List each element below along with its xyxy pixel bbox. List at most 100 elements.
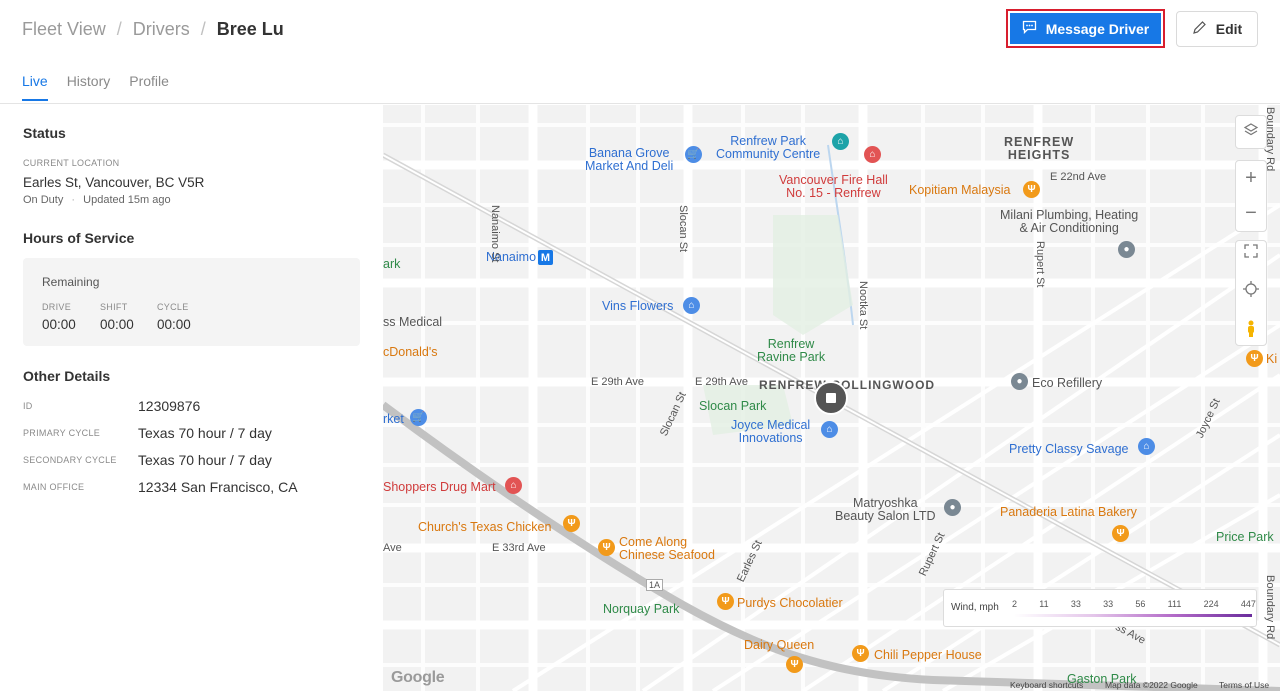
poi-vins-flowers[interactable]: Vins Flowers (602, 300, 673, 313)
shopping-cart-icon[interactable]: 🛒 (410, 409, 427, 426)
shopping-bag-icon[interactable]: ⌂ (683, 297, 700, 314)
keyboard-shortcuts-link[interactable]: Keyboard shortcuts (1010, 680, 1083, 690)
poi-milani-plumbing[interactable]: Milani Plumbing, Heating & Air Conditioni… (1000, 209, 1138, 235)
street-nootka-st: Nootka St (857, 281, 869, 330)
zoom-control: + − (1235, 160, 1267, 232)
status-heading: Status (23, 125, 66, 141)
legend-value: 33 (1103, 599, 1114, 609)
edit-label: Edit (1215, 21, 1243, 37)
legend-values: 2 11 33 33 56 111 224 447 (1012, 599, 1256, 609)
metro-icon[interactable]: M (538, 250, 553, 265)
driver-details-panel: Status CURRENT LOCATION Earles St, Vanco… (0, 105, 383, 691)
restaurant-icon[interactable]: Ψ (852, 645, 869, 662)
layers-button[interactable] (1235, 115, 1267, 149)
cycle-label: CYCLE (157, 302, 189, 312)
place-pin-icon[interactable]: ● (944, 499, 961, 516)
legend-title: Wind, mph (951, 602, 999, 613)
secondary-cycle-value: Texas 70 hour / 7 day (138, 452, 272, 468)
id-label: ID (23, 401, 33, 411)
restaurant-icon[interactable]: Ψ (1112, 525, 1129, 542)
poi-mcdonalds-partial[interactable]: cDonald's (383, 346, 438, 359)
poi-eco-refillery[interactable]: Eco Refillery (1032, 377, 1102, 390)
street-boundary-rd-south: Boundary Rd (1264, 575, 1276, 640)
fullscreen-icon[interactable] (1244, 243, 1258, 263)
poi-joyce-medical[interactable]: Joyce Medical Innovations (731, 419, 810, 445)
vehicle-location-marker[interactable] (814, 381, 848, 415)
shopping-cart-icon[interactable]: 🛒 (685, 146, 702, 163)
place-pin-icon[interactable]: ● (1118, 241, 1135, 258)
poi-pretty-classy-savage[interactable]: Pretty Classy Savage (1009, 443, 1129, 456)
drive-value: 00:00 (42, 317, 76, 332)
map-tools (1235, 240, 1267, 346)
tab-profile[interactable]: Profile (129, 73, 169, 101)
shopping-bag-icon[interactable]: ⌂ (1138, 438, 1155, 455)
street-e-33rd-ave: E 33rd Ave (492, 542, 546, 554)
highway-shield-1a: 1A (646, 579, 664, 591)
street-rupert-st: Rupert St (1034, 241, 1046, 288)
legend-value: 56 (1135, 599, 1146, 609)
current-location-label: CURRENT LOCATION (23, 158, 120, 168)
poi-slocan-park[interactable]: Slocan Park (699, 400, 766, 413)
legend-value: 2 (1012, 599, 1018, 609)
poi-dairy-queen[interactable]: Dairy Queen (744, 639, 814, 652)
shopping-bag-icon[interactable]: ⌂ (505, 477, 522, 494)
shift-label: SHIFT (100, 302, 128, 312)
street-view-pegman-icon[interactable] (1245, 320, 1257, 343)
place-pin-icon[interactable]: ● (1011, 373, 1028, 390)
street-nanaimo-st: Nanaimo St (489, 205, 501, 263)
shopping-bag-icon[interactable]: ⌂ (821, 421, 838, 438)
legend-gradient-bar (1014, 614, 1252, 617)
restaurant-icon[interactable]: Ψ (786, 656, 803, 673)
message-driver-button[interactable]: Message Driver (1006, 9, 1165, 48)
poi-chili-pepper-house[interactable]: Chili Pepper House (874, 649, 982, 662)
poi-norquay-park[interactable]: Norquay Park (603, 603, 679, 616)
tab-history[interactable]: History (67, 73, 111, 101)
id-value: 12309876 (138, 398, 201, 414)
poi-matryoshka-salon[interactable]: Matryoshka Beauty Salon LTD (835, 497, 936, 523)
community-centre-icon[interactable]: ⌂ (832, 133, 849, 150)
poi-ki-partial[interactable]: Ki (1266, 353, 1277, 366)
poi-come-along-seafood[interactable]: Come Along Chinese Seafood (619, 536, 715, 562)
poi-medical-partial[interactable]: ss Medical (383, 316, 442, 329)
zoom-in-icon[interactable]: + (1245, 167, 1257, 190)
legend-value: 11 (1039, 599, 1049, 609)
other-details-heading: Other Details (23, 368, 111, 384)
restaurant-icon[interactable]: Ψ (1023, 181, 1040, 198)
poi-market-partial[interactable]: rket (383, 413, 404, 426)
terms-of-use-link[interactable]: Terms of Use (1219, 680, 1269, 690)
hos-card: Remaining DRIVE SHIFT CYCLE 00:00 00:00 … (23, 258, 360, 346)
restaurant-icon[interactable]: Ψ (1246, 350, 1263, 367)
locate-icon[interactable] (1243, 280, 1259, 302)
restaurant-icon[interactable]: Ψ (563, 515, 580, 532)
restaurant-icon[interactable]: Ψ (717, 593, 734, 610)
poi-banana-grove[interactable]: Banana Grove Market And Deli (585, 147, 673, 173)
hos-heading: Hours of Service (23, 230, 135, 246)
poi-fire-hall[interactable]: Vancouver Fire Hall No. 15 - Renfrew (779, 174, 888, 200)
poi-park-partial[interactable]: ark (383, 258, 400, 271)
poi-purdys-chocolatier[interactable]: Purdys Chocolatier (737, 597, 843, 610)
street-e-29th-ave: E 29th Ave (591, 376, 645, 388)
tab-live[interactable]: Live (22, 73, 48, 101)
poi-panaderia-latina[interactable]: Panaderia Latina Bakery (1000, 506, 1137, 519)
legend-value: 447 (1240, 599, 1256, 609)
primary-cycle-label: PRIMARY CYCLE (23, 428, 101, 438)
edit-button[interactable]: Edit (1176, 11, 1258, 47)
status-meta: On Duty · Updated 15m ago (23, 194, 171, 206)
neighbourhood-renfrew-collingwood: RENFREW-COLLINGWOOD (759, 378, 936, 392)
shift-value: 00:00 (100, 317, 134, 332)
breadcrumb-separator: / (200, 19, 206, 39)
poi-renfrew-ravine-park[interactable]: Renfrew Ravine Park (757, 338, 825, 364)
breadcrumb-fleet-view[interactable]: Fleet View (22, 19, 106, 40)
poi-churchs-texas-chicken[interactable]: Church's Texas Chicken (418, 521, 551, 534)
google-logo[interactable]: Google (391, 669, 445, 687)
breadcrumb-drivers[interactable]: Drivers (133, 19, 190, 40)
secondary-cycle-label: SECONDARY CYCLE (23, 455, 117, 465)
poi-price-park[interactable]: Price Park (1216, 531, 1274, 544)
poi-kopitiam[interactable]: Kopitiam Malaysia (909, 184, 1010, 197)
poi-shoppers-drug-mart[interactable]: Shoppers Drug Mart (383, 481, 496, 494)
street-slocan-st: Slocan St (677, 205, 689, 253)
restaurant-icon[interactable]: Ψ (598, 539, 615, 556)
poi-renfrew-community-centre[interactable]: Renfrew Park Community Centre (716, 135, 820, 161)
fire-hall-icon[interactable]: ⌂ (864, 146, 881, 163)
zoom-out-icon[interactable]: − (1245, 202, 1257, 225)
